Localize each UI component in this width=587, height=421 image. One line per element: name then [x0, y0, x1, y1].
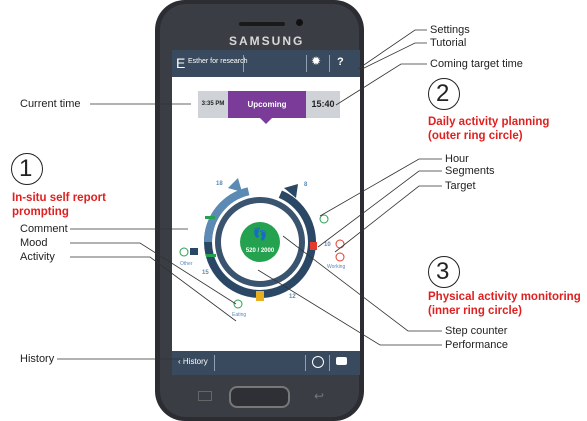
label-coming-target-time: Coming target time	[430, 58, 523, 70]
section-number: 1	[19, 155, 33, 182]
label-comment: Comment	[20, 223, 68, 235]
leader-target	[334, 185, 442, 253]
section-number: 3	[436, 258, 450, 285]
leader-settings	[357, 29, 427, 70]
label-hour: Hour	[445, 153, 469, 165]
leader-hour	[319, 158, 442, 217]
label-history: History	[20, 353, 55, 365]
label-target: Target	[445, 180, 476, 192]
label-settings: Settings	[430, 24, 470, 36]
leader-performance	[257, 269, 442, 346]
label-current-time: Current time	[20, 98, 81, 110]
label-performance: Performance	[445, 339, 508, 351]
label-mood: Mood	[20, 237, 48, 249]
leader-segments	[317, 170, 442, 248]
label-step-counter: Step counter	[445, 325, 508, 337]
label-tutorial: Tutorial	[430, 37, 467, 49]
leader-mood	[70, 242, 237, 305]
section-title: In-situ self report prompting	[12, 192, 106, 218]
leader-tutorial	[361, 42, 427, 70]
leader-activity	[70, 256, 237, 322]
leader-coming-target	[335, 63, 427, 106]
section-title: Physical activity monitoring (inner ring…	[428, 291, 581, 317]
label-segments: Segments	[445, 165, 495, 177]
section-title: Daily activity planning (outer ring circ…	[428, 116, 550, 142]
leader-step-counter	[282, 235, 442, 332]
label-activity: Activity	[20, 251, 55, 263]
section-number: 2	[436, 80, 450, 107]
